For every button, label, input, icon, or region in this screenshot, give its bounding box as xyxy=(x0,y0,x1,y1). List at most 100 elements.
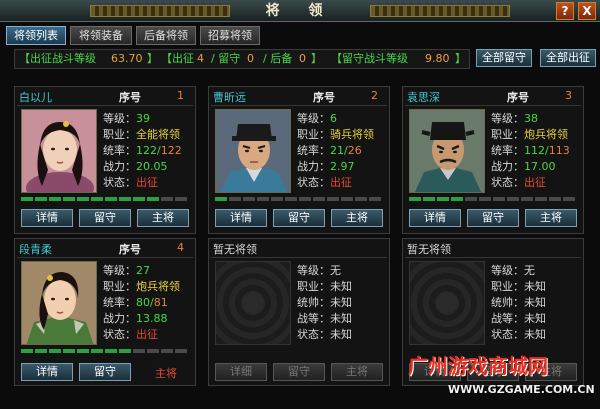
detail-button[interactable]: 详情 xyxy=(215,209,267,227)
lead-label: 统率： xyxy=(297,144,330,157)
level-value: 6 xyxy=(330,112,337,125)
morale-segment xyxy=(369,197,381,201)
morale-segment xyxy=(63,349,75,353)
morale-segment xyxy=(409,197,421,201)
morale-segment xyxy=(437,197,449,201)
general-name[interactable]: 白以儿 xyxy=(19,89,52,105)
site-watermark-url: WWW.GZGAME.COM.CN xyxy=(448,383,595,396)
morale-segment xyxy=(423,197,435,201)
tab-general-list[interactable]: 将领列表 xyxy=(6,26,66,45)
lead-label: 统率： xyxy=(103,296,136,309)
seq-number: 1 xyxy=(177,89,184,102)
morale-segment xyxy=(133,349,145,353)
general-name[interactable]: 曹昕远 xyxy=(213,89,246,105)
general-card-1: 白以儿 序号 1 等级：39 职业：全能将领 统率：122/122 战力：20.… xyxy=(14,86,196,234)
job-label: 职业： xyxy=(297,280,330,293)
power-label: 战力： xyxy=(103,160,136,173)
close-button[interactable]: X xyxy=(578,2,596,20)
lead-max: 122 xyxy=(160,144,182,157)
tab-recruit-generals[interactable]: 招募将领 xyxy=(200,26,260,45)
morale-segment xyxy=(105,197,117,201)
detail-button[interactable]: 详情 xyxy=(21,363,73,381)
count-end: 】 xyxy=(311,52,322,65)
seq-number: 2 xyxy=(371,89,378,102)
stay-button[interactable]: 留守 xyxy=(79,209,131,227)
morale-segment xyxy=(147,349,159,353)
morale-segment xyxy=(161,197,173,201)
seq-label: 序号 xyxy=(507,91,529,104)
title-decoration-left xyxy=(90,5,230,17)
lead-max: 113 xyxy=(548,144,570,157)
stay-button[interactable]: 留守 xyxy=(273,363,325,381)
stay-button[interactable]: 留守 xyxy=(273,209,325,227)
seq-label: 序号 xyxy=(119,243,141,256)
level-label: 等级： xyxy=(103,264,136,277)
main-general-button[interactable]: 主将 xyxy=(331,363,383,381)
tab-reserve-generals[interactable]: 后备将领 xyxy=(136,26,196,45)
count-stay-label: / 留守 xyxy=(211,52,241,65)
job-value: 炮兵将领 xyxy=(524,128,568,141)
morale-segment xyxy=(49,197,61,201)
main-general-button[interactable]: 主将 xyxy=(331,209,383,227)
morale-segment xyxy=(91,197,103,201)
job-label: 职业： xyxy=(491,128,524,141)
stay-level-value: 9.80 xyxy=(425,52,450,65)
empty-slot-name: 暂无将领 xyxy=(213,243,257,256)
lead-max: 81 xyxy=(153,296,168,309)
morale-segment xyxy=(175,197,187,201)
morale-segment xyxy=(341,197,353,201)
general-portrait[interactable] xyxy=(409,109,485,193)
all-out-button[interactable]: 全部出征 xyxy=(540,49,596,67)
general-stats: 等级：38 职业：炮兵将领 统率：112/113 战力：17.00 状态：出征 xyxy=(491,111,583,191)
stay-button[interactable]: 留守 xyxy=(79,363,131,381)
morale-segment xyxy=(119,197,131,201)
all-stay-button[interactable]: 全部留守 xyxy=(476,49,532,67)
general-portrait[interactable] xyxy=(21,261,97,345)
stay-button[interactable]: 留守 xyxy=(467,209,519,227)
lead-value: 未知 xyxy=(524,296,546,309)
lead-value: 未知 xyxy=(330,296,352,309)
job-value: 全能将领 xyxy=(136,128,180,141)
level-value: 39 xyxy=(136,112,150,125)
divider xyxy=(405,105,581,106)
morale-segment xyxy=(549,197,561,201)
state-label: 状态： xyxy=(103,176,136,189)
detail-button[interactable]: 详细 xyxy=(215,363,267,381)
count-stay-value: 0 xyxy=(247,52,254,65)
main-general-button[interactable]: 主将 xyxy=(525,209,577,227)
general-portrait[interactable] xyxy=(21,109,97,193)
divider xyxy=(211,257,387,258)
state-value: 未知 xyxy=(330,328,352,341)
help-button[interactable]: ? xyxy=(556,2,574,20)
morale-segment xyxy=(451,197,463,201)
morale-segment xyxy=(21,197,33,201)
power-value: 17.00 xyxy=(524,160,556,173)
state-value: 出征 xyxy=(136,176,158,189)
general-name[interactable]: 段青柔 xyxy=(19,241,52,257)
job-label: 职业： xyxy=(103,128,136,141)
morale-segment xyxy=(35,349,47,353)
power-label: 战等： xyxy=(491,312,524,325)
tab-general-equipment[interactable]: 将领装备 xyxy=(70,26,132,45)
general-stats: 等级：无 职业：未知 统帅：未知 战等：未知 状态：未知 xyxy=(491,263,583,343)
empty-general-slot-1: 暂无将领 等级：无 职业：未知 统帅：未知 战等：未知 状态：未知 详细 留守 … xyxy=(208,238,390,386)
main-general-button[interactable]: 主将 xyxy=(137,209,189,227)
lead-current: 80 xyxy=(136,296,150,309)
power-label: 战力： xyxy=(491,160,524,173)
detail-button[interactable]: 详情 xyxy=(21,209,73,227)
count-reserve-value: 0 xyxy=(299,52,306,65)
window-title: 将 领 xyxy=(265,3,335,19)
count-reserve-label: / 后备 xyxy=(263,52,293,65)
general-portrait[interactable] xyxy=(215,109,291,193)
site-watermark: 广州游戏商城网 xyxy=(408,354,548,378)
empty-portrait xyxy=(409,261,485,345)
lead-max: 26 xyxy=(347,144,362,157)
power-value: 13.88 xyxy=(136,312,168,325)
battle-summary-bar: 【出征战斗等级 63.70 】 【出征 4 / 留守 0 / 后备 0 】 【留… xyxy=(14,49,470,69)
out-level-end: 】 xyxy=(147,52,158,65)
level-value: 无 xyxy=(524,264,535,277)
general-name[interactable]: 袁思深 xyxy=(407,89,440,105)
seq-number: 4 xyxy=(177,241,184,254)
detail-button[interactable]: 详情 xyxy=(409,209,461,227)
morale-bar xyxy=(409,197,581,203)
